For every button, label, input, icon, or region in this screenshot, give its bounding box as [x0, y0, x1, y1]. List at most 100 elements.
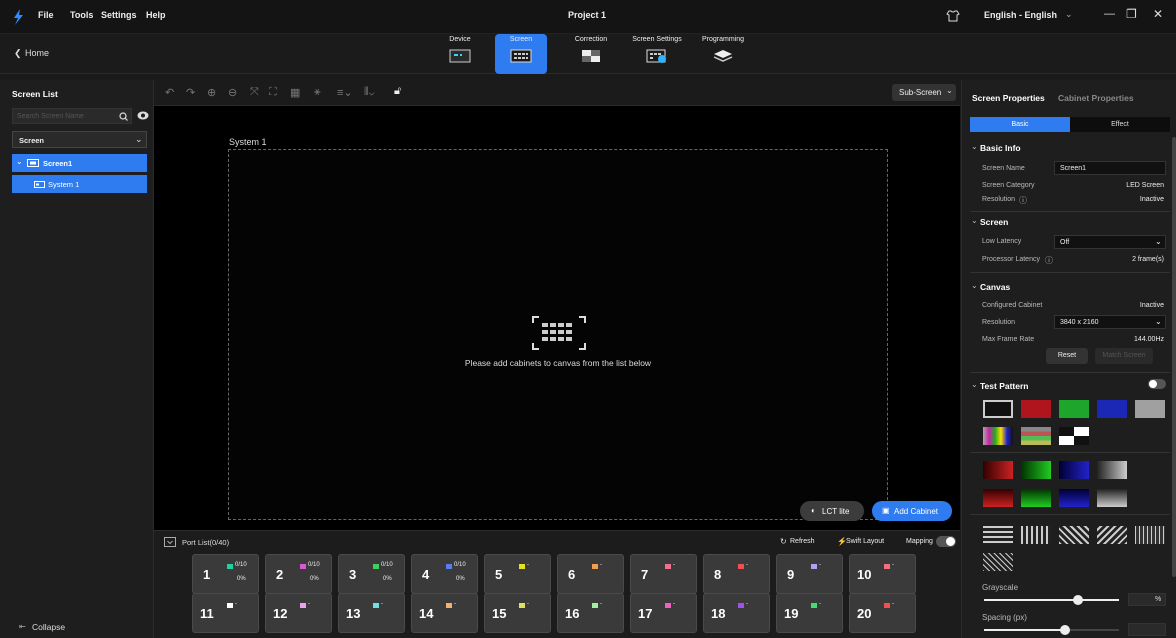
screen-filter-select[interactable]: Screen ⌄: [12, 131, 147, 148]
spacing-input[interactable]: [1128, 623, 1166, 636]
screen-name-input[interactable]: Screen1: [1054, 161, 1166, 175]
reset-button[interactable]: Reset: [1046, 348, 1088, 364]
port-14[interactable]: 14 -: [411, 593, 478, 633]
chevron-left-icon[interactable]: ❮: [14, 48, 22, 59]
pattern-green-vgradient[interactable]: [1021, 489, 1051, 507]
chevron-down-icon[interactable]: ⌄: [971, 216, 978, 225]
port-1[interactable]: 1 0/10 0%: [192, 554, 259, 594]
pattern-grid[interactable]: [1135, 526, 1165, 544]
port-9[interactable]: 9-: [776, 554, 843, 594]
add-cabinet-button[interactable]: ▣ Add Cabinet: [872, 501, 952, 521]
pattern-blue-gradient[interactable]: [1059, 461, 1089, 479]
shirt-icon[interactable]: [946, 10, 960, 22]
system-canvas[interactable]: Please add cabinets to canvas from the l…: [228, 149, 888, 520]
tab-screen[interactable]: Screen: [495, 34, 547, 74]
port-12[interactable]: 12 -: [265, 593, 332, 633]
pattern-blue[interactable]: [1097, 400, 1127, 418]
magic-icon[interactable]: ⚹: [314, 86, 321, 99]
chevron-down-icon[interactable]: ⌄: [971, 380, 978, 389]
grayscale-input[interactable]: %: [1128, 593, 1166, 606]
eye-icon[interactable]: [137, 111, 149, 120]
pattern-crosshatch[interactable]: [983, 553, 1013, 571]
home-link[interactable]: Home: [25, 48, 49, 58]
pattern-green-gradient[interactable]: [1021, 461, 1051, 479]
pattern-blue-vgradient[interactable]: [1059, 489, 1089, 507]
info-icon[interactable]: ⓘ: [1019, 195, 1027, 206]
fit-icon[interactable]: ⤧: [250, 86, 259, 99]
pattern-diag2-lines[interactable]: [1097, 526, 1127, 544]
tab-screen-properties[interactable]: Screen Properties: [972, 93, 1045, 103]
tree-item-screen1[interactable]: ⌄ Screen1: [12, 154, 147, 172]
pattern-red[interactable]: [1021, 400, 1051, 418]
tree-item-system1[interactable]: System 1: [12, 175, 147, 193]
grid-icon[interactable]: ▦: [290, 86, 300, 99]
fullscreen-icon[interactable]: ⛶: [269, 86, 277, 99]
collapse-button[interactable]: Collapse: [32, 622, 65, 632]
pattern-h-lines[interactable]: [983, 526, 1013, 544]
tab-programming[interactable]: Programming: [695, 34, 751, 74]
test-pattern-toggle[interactable]: [1148, 379, 1166, 389]
undo-icon[interactable]: ↶: [165, 86, 174, 99]
port-13[interactable]: 13 -: [338, 593, 405, 633]
port-15[interactable]: 15 -: [484, 593, 551, 633]
collapse-icon[interactable]: ⇤: [19, 622, 26, 631]
port-19[interactable]: 19 -: [776, 593, 843, 633]
low-latency-select[interactable]: Off ⌄: [1054, 235, 1166, 249]
tab-cabinet-properties[interactable]: Cabinet Properties: [1058, 93, 1134, 103]
port-11[interactable]: 11 -: [192, 593, 259, 633]
refresh-button[interactable]: Refresh: [790, 538, 815, 545]
pattern-red-gradient[interactable]: [983, 461, 1013, 479]
spacing-slider[interactable]: [984, 625, 1119, 635]
pattern-diag-lines[interactable]: [1059, 526, 1089, 544]
chevron-down-icon[interactable]: ⌄: [971, 281, 978, 290]
lock-icon[interactable]: 🔓︎: [394, 85, 401, 98]
tab-screen-settings[interactable]: Screen Settings: [629, 34, 685, 74]
slider-knob[interactable]: [1060, 625, 1070, 635]
port-20[interactable]: 20 -: [849, 593, 916, 633]
pattern-v-lines[interactable]: [1021, 526, 1051, 544]
language-select[interactable]: English - English: [984, 10, 1057, 20]
pattern-stripes[interactable]: [1021, 427, 1051, 445]
zoom-out-icon[interactable]: ⊖: [228, 86, 237, 99]
pattern-gray-gradient[interactable]: [1097, 461, 1127, 479]
pattern-gray-vgradient[interactable]: [1097, 489, 1127, 507]
mapping-toggle[interactable]: [936, 536, 956, 547]
port-10[interactable]: 10 -: [849, 554, 916, 594]
subscreen-dropdown[interactable]: Sub-Screen ⌄: [892, 84, 956, 101]
minimize-button[interactable]: —: [1104, 8, 1115, 20]
pattern-checker[interactable]: [1059, 427, 1089, 445]
tab-correction[interactable]: Correction: [565, 34, 617, 74]
slider-knob[interactable]: [1073, 595, 1083, 605]
menu-file[interactable]: File: [38, 10, 54, 20]
chevron-down-icon[interactable]: ⌄: [1065, 9, 1073, 20]
align-icon[interactable]: ≡⌄: [337, 86, 353, 99]
port-5[interactable]: 5-: [484, 554, 551, 594]
pattern-red-vgradient[interactable]: [983, 489, 1013, 507]
refresh-icon[interactable]: ↻: [780, 537, 787, 546]
port-7[interactable]: 7-: [630, 554, 697, 594]
canvas-resolution-select[interactable]: 3840 x 2160 ⌄: [1054, 315, 1166, 329]
port-4[interactable]: 4 0/10 0%: [411, 554, 478, 594]
search-icon[interactable]: [119, 112, 128, 121]
chevron-down-icon[interactable]: ⌄: [971, 142, 978, 151]
pattern-color-bars[interactable]: [983, 427, 1013, 445]
pattern-gray[interactable]: [1135, 400, 1165, 418]
port-6[interactable]: 6-: [557, 554, 624, 594]
port-3[interactable]: 3 0/10 0%: [338, 554, 405, 594]
menu-help[interactable]: Help: [146, 10, 166, 20]
port-2[interactable]: 2 0/10 0%: [265, 554, 332, 594]
close-button[interactable]: ✕: [1153, 7, 1163, 21]
distribute-icon[interactable]: ⫴⌄: [364, 86, 375, 99]
zoom-in-icon[interactable]: ⊕: [207, 86, 216, 99]
port-16[interactable]: 16 -: [557, 593, 624, 633]
scrollbar[interactable]: [1172, 137, 1176, 577]
port-8[interactable]: 8-: [703, 554, 770, 594]
pattern-green[interactable]: [1059, 400, 1089, 418]
match-screen-button[interactable]: Match Screen: [1095, 348, 1153, 364]
pattern-black[interactable]: [983, 400, 1013, 418]
menu-settings[interactable]: Settings: [101, 10, 137, 20]
subtab-basic[interactable]: Basic: [970, 117, 1070, 132]
grayscale-slider[interactable]: [984, 595, 1119, 605]
tab-device[interactable]: Device: [434, 34, 486, 74]
redo-icon[interactable]: ↷: [186, 86, 195, 99]
